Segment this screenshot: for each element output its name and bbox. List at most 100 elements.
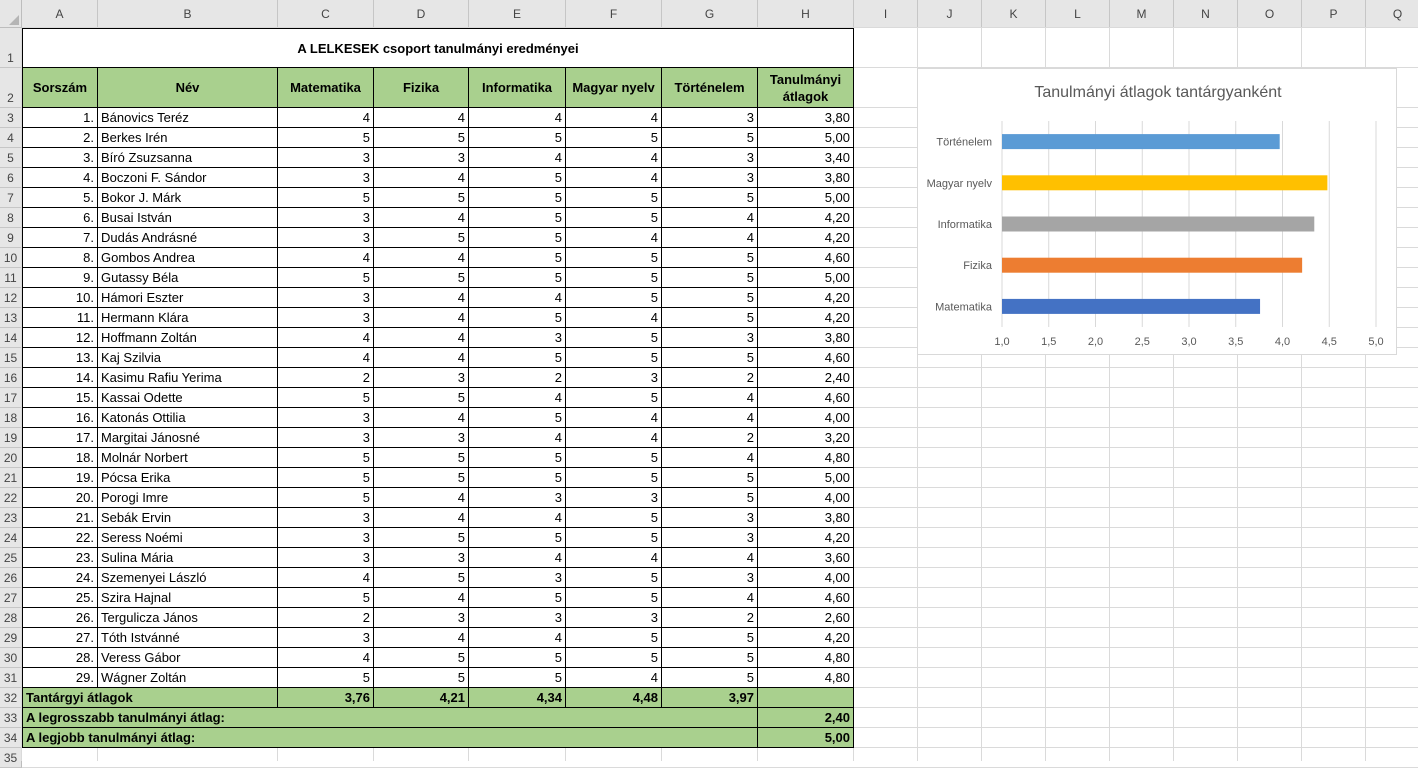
- student-name[interactable]: Katonás Ottilia: [98, 408, 278, 428]
- grade-cell[interactable]: 5: [566, 568, 662, 588]
- grade-cell[interactable]: 5: [278, 588, 374, 608]
- grade-cell[interactable]: 5: [469, 228, 566, 248]
- subject-average-value[interactable]: 3,76: [278, 688, 374, 708]
- grade-cell[interactable]: 3: [662, 328, 758, 348]
- grade-cell[interactable]: 5: [469, 208, 566, 228]
- grade-cell[interactable]: 5: [566, 588, 662, 608]
- row-header-33[interactable]: 33: [0, 708, 22, 728]
- grade-cell[interactable]: 5: [374, 528, 469, 548]
- row-header-28[interactable]: 28: [0, 608, 22, 628]
- spreadsheet[interactable]: ABCDEFGHIJKLMNOPQ 1 2 3 4 5 6 7 8 9 10 11 12 13 14 15 1…: [0, 0, 1418, 768]
- grade-cell[interactable]: 3: [469, 568, 566, 588]
- grade-cell[interactable]: 4: [278, 328, 374, 348]
- student-name[interactable]: Bíró Zsuzsanna: [98, 148, 278, 168]
- grade-cell[interactable]: 5: [469, 308, 566, 328]
- student-average[interactable]: 3,20: [758, 428, 854, 448]
- grade-cell[interactable]: 4: [469, 388, 566, 408]
- student-average[interactable]: 4,80: [758, 448, 854, 468]
- grade-cell[interactable]: 3: [278, 168, 374, 188]
- column-header-d[interactable]: D: [374, 0, 469, 28]
- grade-cell[interactable]: 4: [566, 108, 662, 128]
- grade-cell[interactable]: 4: [566, 148, 662, 168]
- column-header-g[interactable]: G: [662, 0, 758, 28]
- grade-cell[interactable]: 5: [566, 508, 662, 528]
- grade-cell[interactable]: 5: [278, 128, 374, 148]
- subject-average-value[interactable]: 4,48: [566, 688, 662, 708]
- grade-cell[interactable]: 5: [278, 448, 374, 468]
- row-header-14[interactable]: 14: [0, 328, 22, 348]
- grade-cell[interactable]: 5: [278, 188, 374, 208]
- grade-cell[interactable]: 3: [566, 368, 662, 388]
- grade-cell[interactable]: 4: [662, 208, 758, 228]
- grade-cell[interactable]: 4: [566, 168, 662, 188]
- student-name[interactable]: Gutassy Béla: [98, 268, 278, 288]
- column-header-c[interactable]: C: [278, 0, 374, 28]
- row-number[interactable]: 14.: [22, 368, 98, 388]
- student-name[interactable]: Kaj Szilvia: [98, 348, 278, 368]
- grade-cell[interactable]: 5: [469, 588, 566, 608]
- row-number[interactable]: 9.: [22, 268, 98, 288]
- student-name[interactable]: Seress Noémi: [98, 528, 278, 548]
- grade-cell[interactable]: 2: [469, 368, 566, 388]
- row-header-32[interactable]: 32: [0, 688, 22, 708]
- row-header-16[interactable]: 16: [0, 368, 22, 388]
- grade-cell[interactable]: 5: [374, 568, 469, 588]
- grade-cell[interactable]: 5: [374, 128, 469, 148]
- student-name[interactable]: Tergulicza János: [98, 608, 278, 628]
- grade-cell[interactable]: 3: [662, 108, 758, 128]
- grade-cell[interactable]: 5: [374, 448, 469, 468]
- row-header-2[interactable]: 2: [0, 68, 22, 108]
- grade-cell[interactable]: 5: [566, 328, 662, 348]
- select-all-corner[interactable]: [0, 0, 22, 28]
- grade-cell[interactable]: 3: [278, 528, 374, 548]
- row-number[interactable]: 6.: [22, 208, 98, 228]
- student-average[interactable]: 4,60: [758, 348, 854, 368]
- student-average[interactable]: 4,00: [758, 488, 854, 508]
- student-name[interactable]: Dudás Andrásné: [98, 228, 278, 248]
- student-average[interactable]: 4,80: [758, 668, 854, 688]
- student-name[interactable]: Margitai Jánosné: [98, 428, 278, 448]
- grade-cell[interactable]: 5: [662, 648, 758, 668]
- grade-cell[interactable]: 5: [566, 348, 662, 368]
- student-average[interactable]: 2,60: [758, 608, 854, 628]
- grade-cell[interactable]: 4: [374, 348, 469, 368]
- row-number[interactable]: 24.: [22, 568, 98, 588]
- column-header-b[interactable]: B: [98, 0, 278, 28]
- student-name[interactable]: Boczoni F. Sándor: [98, 168, 278, 188]
- grade-cell[interactable]: 5: [278, 268, 374, 288]
- row-header-26[interactable]: 26: [0, 568, 22, 588]
- grade-cell[interactable]: 3: [662, 148, 758, 168]
- grade-cell[interactable]: 5: [374, 268, 469, 288]
- header-3[interactable]: Matematika: [278, 68, 374, 108]
- grade-cell[interactable]: 5: [566, 188, 662, 208]
- grade-cell[interactable]: 2: [662, 428, 758, 448]
- header-5[interactable]: Informatika: [469, 68, 566, 108]
- grade-cell[interactable]: 3: [374, 368, 469, 388]
- grade-cell[interactable]: 3: [662, 168, 758, 188]
- grade-cell[interactable]: 5: [662, 468, 758, 488]
- student-name[interactable]: Busai István: [98, 208, 278, 228]
- grade-cell[interactable]: 3: [566, 608, 662, 628]
- student-average[interactable]: 5,00: [758, 128, 854, 148]
- column-header-a[interactable]: A: [22, 0, 98, 28]
- grade-cell[interactable]: 4: [469, 508, 566, 528]
- grade-cell[interactable]: 4: [278, 348, 374, 368]
- grade-cell[interactable]: 3: [469, 328, 566, 348]
- grade-cell[interactable]: 3: [278, 508, 374, 528]
- grade-cell[interactable]: 5: [374, 188, 469, 208]
- student-name[interactable]: Porogi Imre: [98, 488, 278, 508]
- row-number[interactable]: 12.: [22, 328, 98, 348]
- student-average[interactable]: 3,40: [758, 148, 854, 168]
- column-header-m[interactable]: M: [1110, 0, 1174, 28]
- row-header-23[interactable]: 23: [0, 508, 22, 528]
- student-average[interactable]: 3,60: [758, 548, 854, 568]
- min-average-label[interactable]: A legrosszabb tanulmányi átlag:: [22, 708, 758, 728]
- row-header-8[interactable]: 8: [0, 208, 22, 228]
- student-name[interactable]: Bokor J. Márk: [98, 188, 278, 208]
- grade-cell[interactable]: 5: [662, 668, 758, 688]
- subject-average-label[interactable]: Tantárgyi átlagok: [22, 688, 278, 708]
- grade-cell[interactable]: 5: [469, 268, 566, 288]
- row-header-10[interactable]: 10: [0, 248, 22, 268]
- grade-cell[interactable]: 5: [662, 308, 758, 328]
- grade-cell[interactable]: 3: [469, 608, 566, 628]
